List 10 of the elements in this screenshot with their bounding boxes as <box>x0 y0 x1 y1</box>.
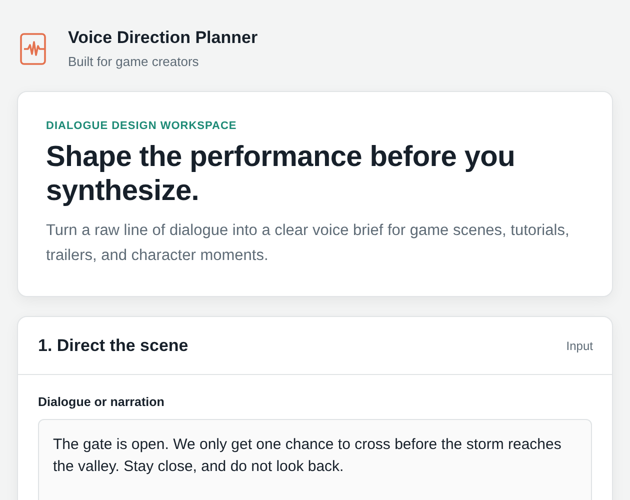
app-title: Voice Direction Planner <box>68 28 258 48</box>
eyebrow-label: DIALOGUE DESIGN WORKSPACE <box>46 120 238 132</box>
panel-tag: Input <box>566 338 593 352</box>
hero-heading: Shape the performance before you synthesize. <box>46 140 516 208</box>
dialogue-field[interactable]: The gate is open. We only get one chance to cross before the storm reaches the valley. Stay close, and do not look back. <box>38 419 592 500</box>
panel-title: 1. Direct the scene <box>38 336 188 356</box>
app-subtitle: Built for game creators <box>68 54 200 69</box>
field-label: Dialogue or narration <box>38 395 166 409</box>
waveform-icon <box>20 33 46 65</box>
hero-description: Turn a raw line of dialogue into a clear voice brief for game scenes, tutorials, trailers, and character moments. <box>46 221 570 266</box>
